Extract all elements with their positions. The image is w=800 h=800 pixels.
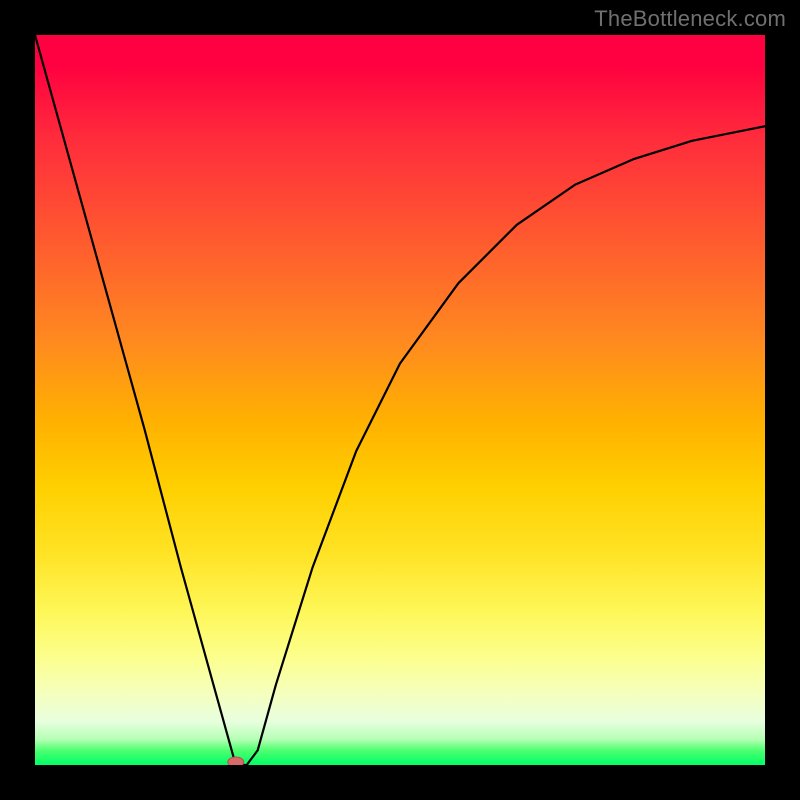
bottleneck-curve	[35, 35, 765, 765]
minimum-marker	[228, 757, 244, 765]
watermark-label: TheBottleneck.com	[594, 6, 786, 32]
plot-area	[35, 35, 765, 765]
curve-path	[35, 35, 765, 765]
chart-frame: TheBottleneck.com	[0, 0, 800, 800]
